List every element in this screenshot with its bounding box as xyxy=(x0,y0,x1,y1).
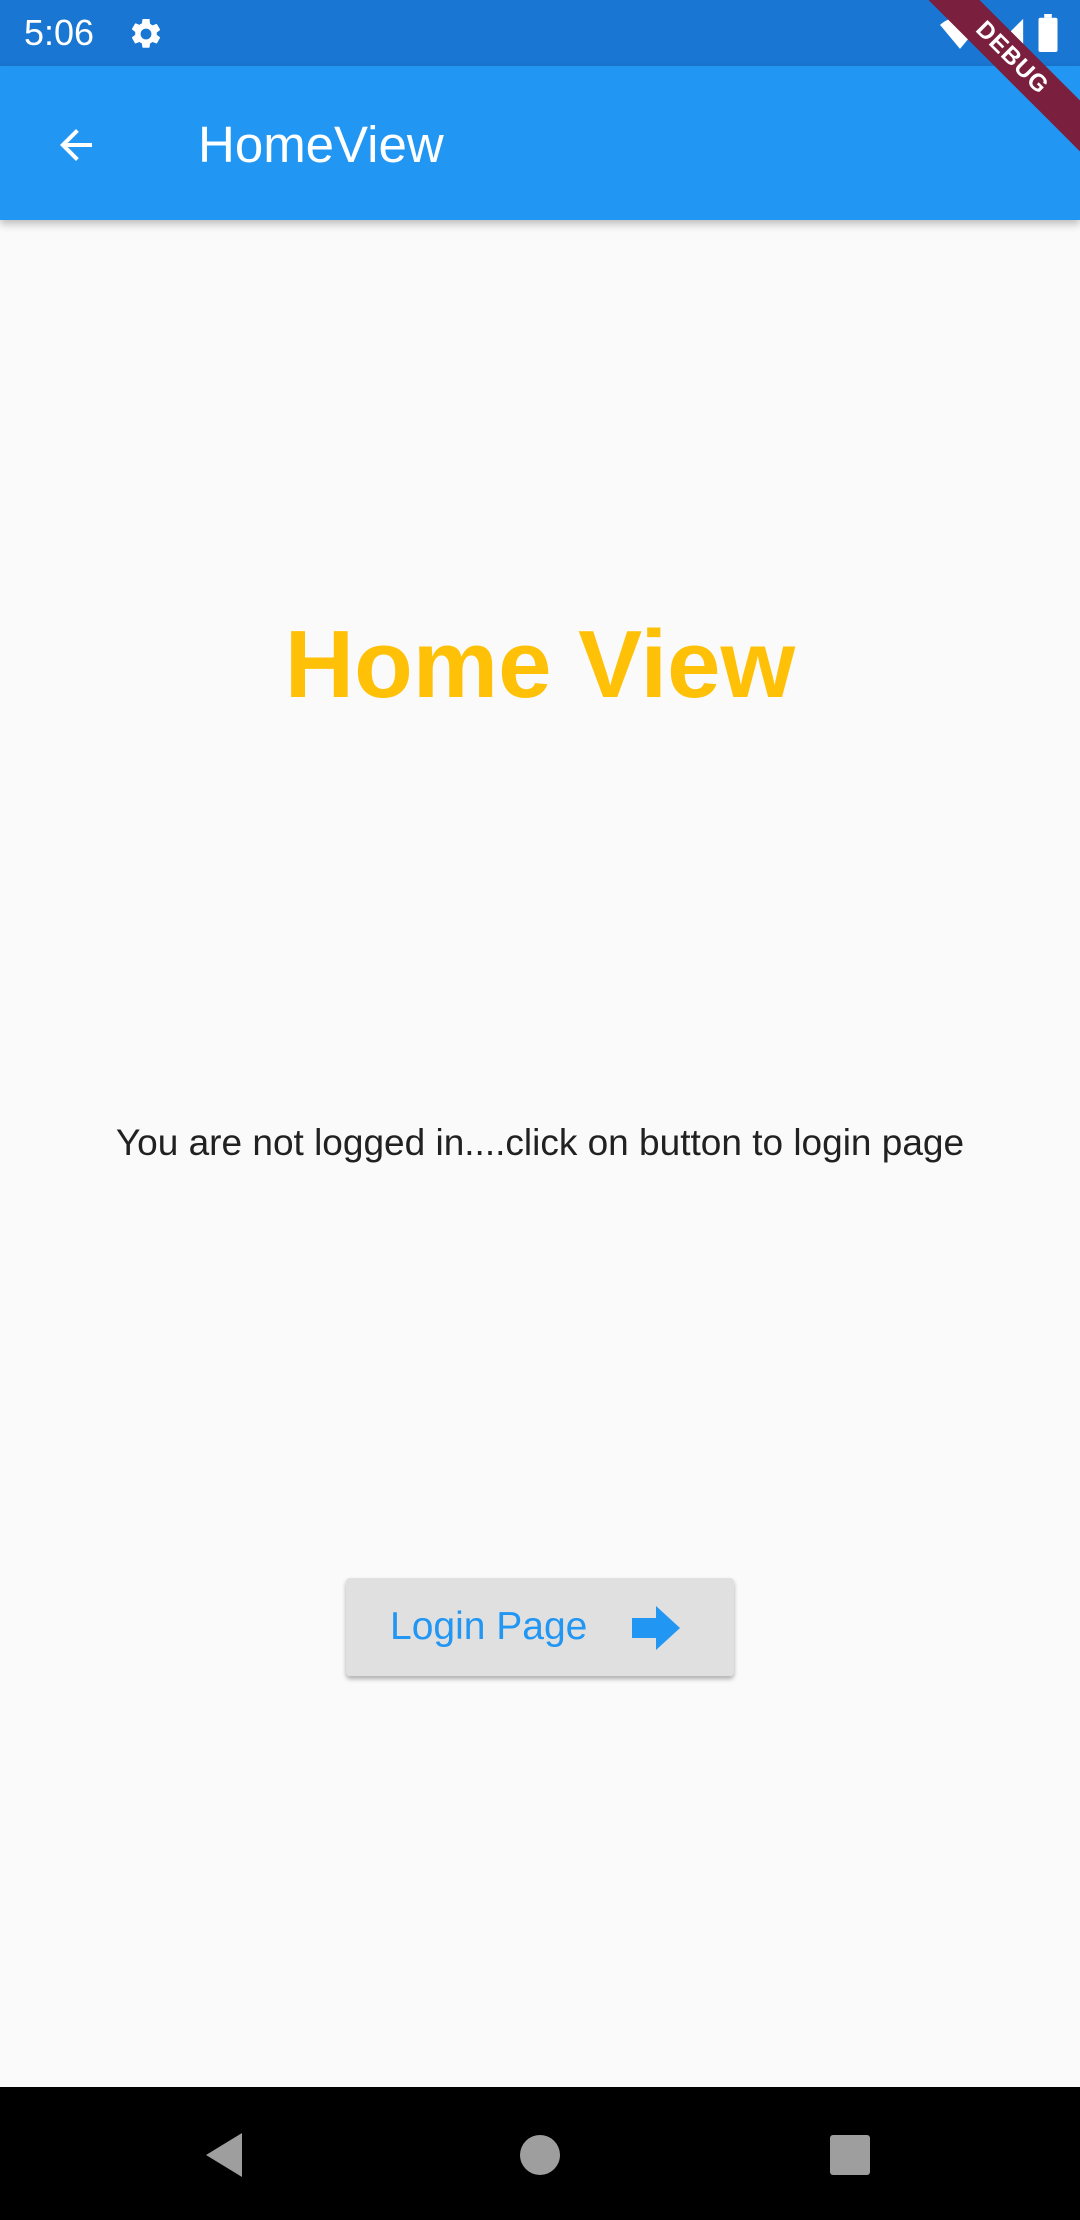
back-triangle-icon[interactable] xyxy=(198,2127,254,2183)
login-page-button[interactable]: Login Page xyxy=(346,1578,734,1676)
arrow-back-icon xyxy=(52,121,100,174)
back-button[interactable] xyxy=(38,109,114,185)
app-bar: HomeView xyxy=(0,66,1080,220)
login-button-label: Login Page xyxy=(390,1605,588,1648)
page-title: Home View xyxy=(284,611,796,718)
app-screen: 5:06 HomeView DEBUG Home View You are no… xyxy=(0,0,1080,2220)
settings-icon xyxy=(128,16,164,52)
arrow-forward-icon xyxy=(632,1606,680,1650)
battery-icon xyxy=(1038,14,1058,52)
status-bar: 5:06 xyxy=(0,0,1080,66)
navigation-bar xyxy=(0,2087,1080,2220)
recents-square-icon[interactable] xyxy=(822,2127,878,2183)
app-title: HomeView xyxy=(198,116,444,173)
home-content: Home View You are not logged in....click… xyxy=(0,220,1080,2087)
status-time: 5:06 xyxy=(24,12,95,53)
home-circle-icon[interactable] xyxy=(512,2127,568,2183)
login-status-message: You are not logged in....click on button… xyxy=(115,1122,965,1163)
